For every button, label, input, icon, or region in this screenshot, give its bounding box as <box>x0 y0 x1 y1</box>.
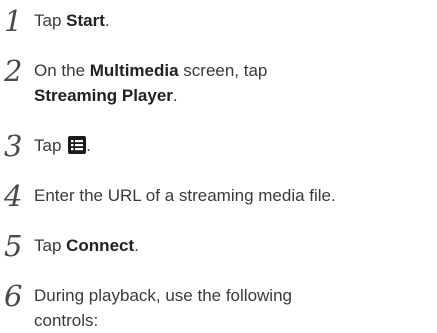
step-number: 2 <box>4 54 23 88</box>
menu-list-icon <box>68 136 87 161</box>
step-text: During playback, use the following <box>34 286 292 305</box>
step-text: Tap <box>34 136 67 155</box>
connect-label: Connect <box>66 236 135 255</box>
step-3: 3 Tap . <box>4 129 91 163</box>
step-1: 1 Tap Start. <box>4 5 110 37</box>
step-number: 3 <box>4 129 23 163</box>
step-text: Tap <box>34 236 67 255</box>
punctuation: . <box>134 236 139 255</box>
step-number: 5 <box>4 229 23 263</box>
punctuation: . <box>86 136 91 155</box>
step-text-mid: screen, tap <box>178 61 268 80</box>
step-text: Enter the URL of a streaming media file. <box>34 186 336 205</box>
step-number: 6 <box>4 279 23 313</box>
punctuation: . <box>172 86 178 105</box>
step-text: Tap <box>34 11 67 30</box>
step-6: 6 During playback, use the following con… <box>4 279 292 333</box>
streaming-player-label: Streaming Player <box>34 86 173 105</box>
step-4: 4 Enter the URL of a streaming media fil… <box>4 180 336 212</box>
step-number: 4 <box>4 179 23 213</box>
punctuation: . <box>104 11 110 30</box>
step-5: 5 Tap Connect. <box>4 230 139 262</box>
step-text: On the <box>34 61 90 80</box>
multimedia-label: Multimedia <box>89 61 179 80</box>
step-number: 1 <box>4 4 23 38</box>
step-2: 2 On the Multimedia screen, tap Streamin… <box>4 54 268 108</box>
start-label: Start <box>66 11 105 30</box>
step-text-cont: controls: <box>34 311 99 330</box>
